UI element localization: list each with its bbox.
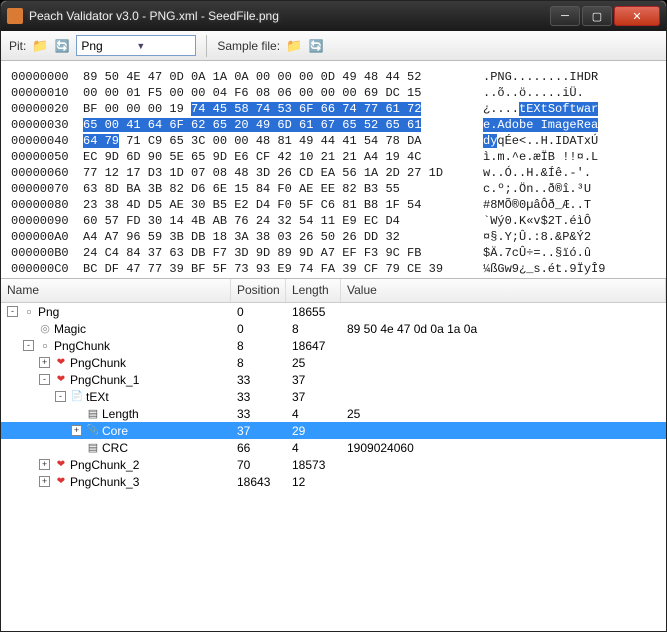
col-value[interactable]: Value bbox=[341, 279, 666, 302]
app-icon bbox=[7, 8, 23, 24]
toolbar: Pit: Png ▼ Sample file: bbox=[1, 31, 666, 61]
tree-row[interactable]: +PngChunk_31864312 bbox=[1, 473, 666, 490]
expand-toggle[interactable]: + bbox=[39, 459, 50, 470]
expand-toggle bbox=[23, 323, 34, 334]
expand-toggle[interactable]: - bbox=[7, 306, 18, 317]
expand-toggle[interactable]: + bbox=[39, 476, 50, 487]
tree-view[interactable]: -Png018655Magic0889 50 4e 47 0d 0a 1a 0a… bbox=[1, 303, 666, 631]
text-icon bbox=[70, 390, 84, 404]
node-label: Png bbox=[38, 305, 59, 319]
tree-row[interactable]: Length33425 bbox=[1, 405, 666, 422]
chunk-icon bbox=[54, 356, 68, 370]
tree-row[interactable]: Magic0889 50 4e 47 0d 0a 1a 0a bbox=[1, 320, 666, 337]
node-label: Length bbox=[102, 407, 139, 421]
node-label: PngChunk_3 bbox=[70, 475, 139, 489]
col-length[interactable]: Length bbox=[286, 279, 341, 302]
sample-refresh-icon[interactable] bbox=[308, 38, 324, 54]
chunk-icon bbox=[54, 373, 68, 387]
hex-row[interactable]: 00000020BF 00 00 00 19 74 45 58 74 53 6F… bbox=[11, 101, 656, 117]
hex-row[interactable]: 00000050EC 9D 6D 90 5E 65 9D E6 CF 42 10… bbox=[11, 149, 656, 165]
core-icon bbox=[86, 424, 100, 438]
hex-row[interactable]: 0000008023 38 4D D5 AE 30 B5 E2 D4 F0 5F… bbox=[11, 197, 656, 213]
expand-toggle bbox=[71, 442, 82, 453]
tree-row[interactable]: -Png018655 bbox=[1, 303, 666, 320]
pit-combobox-value: Png bbox=[81, 39, 136, 53]
chunk-icon bbox=[54, 475, 68, 489]
box-icon bbox=[38, 339, 52, 353]
chevron-down-icon: ▼ bbox=[136, 41, 191, 51]
maximize-button[interactable]: ▢ bbox=[582, 6, 612, 26]
node-label: PngChunk bbox=[54, 339, 110, 353]
hex-row[interactable]: 0000007063 8D BA 3B 82 D6 6E 15 84 F0 AE… bbox=[11, 181, 656, 197]
hex-row[interactable]: 0000009060 57 FD 30 14 4B AB 76 24 32 54… bbox=[11, 213, 656, 229]
hex-row[interactable]: 0000006077 12 17 D3 1D 07 08 48 3D 26 CD… bbox=[11, 165, 656, 181]
pit-open-icon[interactable] bbox=[32, 38, 48, 54]
chunk-icon bbox=[54, 458, 68, 472]
node-label: PngChunk_1 bbox=[70, 373, 139, 387]
tree-row[interactable]: -PngChunk_13337 bbox=[1, 371, 666, 388]
hex-viewer[interactable]: 0000000089 50 4E 47 0D 0A 1A 0A 00 00 00… bbox=[1, 61, 666, 279]
pit-label: Pit: bbox=[9, 39, 26, 53]
sample-open-icon[interactable] bbox=[286, 38, 302, 54]
hex-row[interactable]: 0000004064 79 71 C9 65 3C 00 00 48 81 49… bbox=[11, 133, 656, 149]
hex-row[interactable]: 000000C0BC DF 47 77 39 BF 5F 73 93 E9 74… bbox=[11, 261, 656, 277]
expand-toggle[interactable]: - bbox=[55, 391, 66, 402]
window-title: Peach Validator v3.0 - PNG.xml - SeedFil… bbox=[29, 9, 550, 23]
tree-row[interactable]: -PngChunk818647 bbox=[1, 337, 666, 354]
node-label: tEXt bbox=[86, 390, 109, 404]
node-label: PngChunk bbox=[70, 356, 126, 370]
box-icon bbox=[22, 305, 36, 319]
expand-toggle bbox=[71, 408, 82, 419]
node-label: PngChunk_2 bbox=[70, 458, 139, 472]
sample-label: Sample file: bbox=[217, 39, 280, 53]
tree-row[interactable]: +PngChunk825 bbox=[1, 354, 666, 371]
node-label: CRC bbox=[102, 441, 128, 455]
magic-icon bbox=[38, 322, 52, 336]
expand-toggle[interactable]: + bbox=[39, 357, 50, 368]
expand-toggle[interactable]: - bbox=[23, 340, 34, 351]
hex-row[interactable]: 000000B024 C4 84 37 63 DB F7 3D 9D 89 9D… bbox=[11, 245, 656, 261]
tree-row[interactable]: -tEXt3337 bbox=[1, 388, 666, 405]
data-icon bbox=[86, 407, 100, 421]
col-name[interactable]: Name bbox=[1, 279, 231, 302]
hex-row[interactable]: 000000A0A4 A7 96 59 3B DB 18 3A 38 03 26… bbox=[11, 229, 656, 245]
pit-combobox[interactable]: Png ▼ bbox=[76, 35, 196, 56]
node-label: Core bbox=[102, 424, 128, 438]
app-window: Peach Validator v3.0 - PNG.xml - SeedFil… bbox=[0, 0, 667, 632]
pit-refresh-icon[interactable] bbox=[54, 38, 70, 54]
minimize-button[interactable]: ─ bbox=[550, 6, 580, 26]
toolbar-separator bbox=[206, 35, 207, 57]
data-icon bbox=[86, 441, 100, 455]
expand-toggle[interactable]: - bbox=[39, 374, 50, 385]
close-button[interactable]: ✕ bbox=[614, 6, 660, 26]
expand-toggle[interactable]: + bbox=[71, 425, 82, 436]
hex-row[interactable]: 0000000089 50 4E 47 0D 0A 1A 0A 00 00 00… bbox=[11, 69, 656, 85]
titlebar[interactable]: Peach Validator v3.0 - PNG.xml - SeedFil… bbox=[1, 1, 666, 31]
hex-row[interactable]: 0000001000 00 01 F5 00 00 04 F6 08 06 00… bbox=[11, 85, 656, 101]
node-label: Magic bbox=[54, 322, 86, 336]
col-position[interactable]: Position bbox=[231, 279, 286, 302]
tree-row[interactable]: +Core3729 bbox=[1, 422, 666, 439]
tree-row[interactable]: CRC6641909024060 bbox=[1, 439, 666, 456]
tree-row[interactable]: +PngChunk_27018573 bbox=[1, 456, 666, 473]
tree-header: Name Position Length Value bbox=[1, 279, 666, 303]
hex-row[interactable]: 0000003065 00 41 64 6F 62 65 20 49 6D 61… bbox=[11, 117, 656, 133]
